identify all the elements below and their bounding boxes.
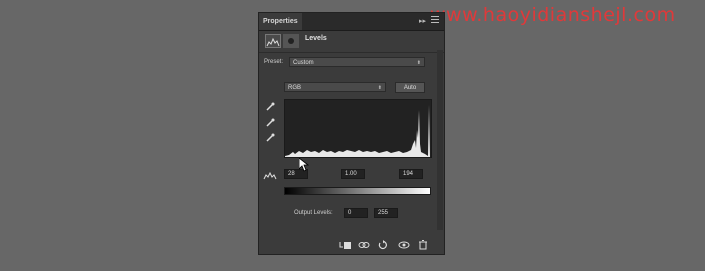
calculate-histogram-icon[interactable] — [263, 171, 277, 182]
chevron-updown-icon: ⬍ — [377, 85, 382, 91]
black-point-eyedropper-icon[interactable] — [265, 102, 275, 112]
levels-adjustment-icon[interactable] — [265, 34, 281, 48]
header-divider — [259, 52, 444, 53]
adjustment-title: Levels — [305, 35, 327, 42]
preset-label: Preset: — [264, 59, 284, 65]
preset-select[interactable]: Custom ⬍ — [289, 57, 425, 67]
tab-properties[interactable]: Properties — [259, 13, 302, 30]
input-white-field[interactable]: 194 — [399, 169, 423, 179]
panel-scrollbar[interactable] — [437, 50, 443, 230]
channel-value: RGB — [288, 85, 302, 91]
adjustment-header: Levels — [265, 34, 437, 50]
output-white-field[interactable]: 255 — [374, 208, 398, 218]
chevron-updown-icon: ⬍ — [416, 60, 421, 66]
delete-icon[interactable] — [417, 240, 429, 250]
output-gradient-bar — [284, 187, 431, 195]
white-point-eyedropper-icon[interactable] — [265, 133, 275, 143]
collapse-icon[interactable]: ▸▸ — [419, 17, 426, 25]
layer-mask-icon[interactable] — [283, 34, 299, 48]
input-gamma-field[interactable]: 1.00 — [341, 169, 365, 179]
gray-point-eyedropper-icon[interactable] — [265, 118, 275, 128]
watermark-text: www.haoyidianshejl.com — [430, 4, 676, 26]
output-levels-label: Output Levels: — [294, 210, 333, 216]
properties-panel: Properties ▸▸ Levels Preset: Custom ⬍ RG… — [258, 12, 445, 255]
panel-menu-icon[interactable] — [431, 16, 439, 24]
view-previous-state-icon[interactable] — [358, 240, 370, 250]
mouse-cursor-icon — [299, 158, 309, 172]
panel-titlebar: Properties ▸▸ — [259, 13, 444, 31]
levels-histogram — [284, 99, 432, 158]
histogram-graph — [285, 105, 430, 157]
reset-icon[interactable] — [377, 240, 389, 250]
clip-to-layer-icon[interactable] — [339, 240, 351, 250]
channel-select[interactable]: RGB ⬍ — [284, 82, 386, 92]
panel-footer — [259, 236, 444, 254]
output-black-field[interactable]: 0 — [344, 208, 368, 218]
auto-button[interactable]: Auto — [395, 82, 425, 93]
visibility-eye-icon[interactable] — [398, 240, 410, 250]
preset-value: Custom — [293, 60, 314, 66]
